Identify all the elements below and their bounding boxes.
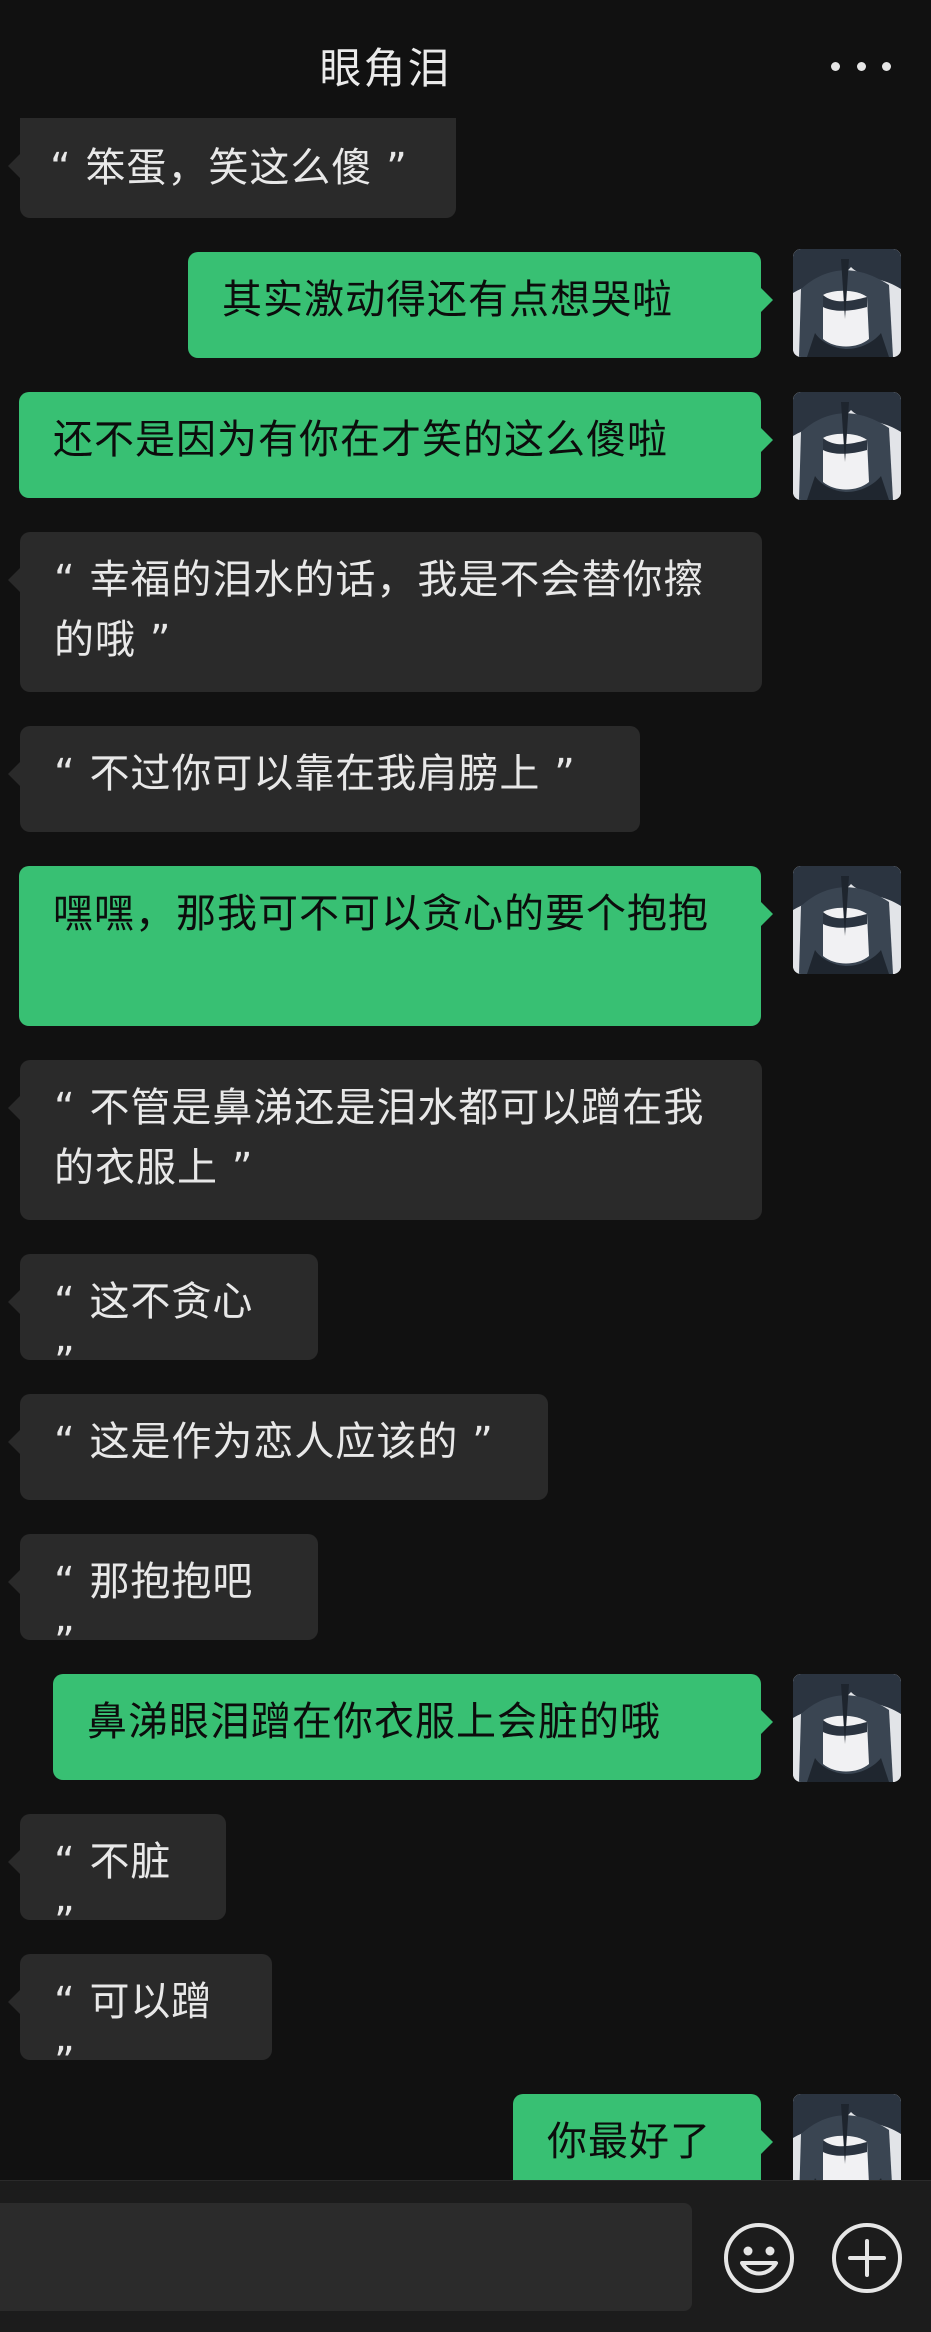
avatar[interactable] (793, 866, 901, 974)
message-input[interactable] (0, 2203, 692, 2311)
avatar-image (793, 249, 901, 357)
message-bubble-outgoing[interactable]: 还不是因为有你在才笑的这么傻啦 (19, 392, 773, 498)
message-bubble-incoming[interactable]: “ 这是作为恋人应该的 ” (8, 1394, 548, 1500)
avatar[interactable] (793, 392, 901, 500)
avatar-image (793, 392, 901, 500)
message-bubble-incoming[interactable]: “ 不管是鼻涕还是泪水都可以蹭在我的衣服上 ” (8, 1060, 762, 1220)
chat-title: 眼角泪 (319, 43, 452, 93)
avatar[interactable] (793, 249, 901, 357)
message-bubble-incoming[interactable]: “ 不脏 ” (8, 1814, 226, 1945)
chat-area: “ 笨蛋，笑这么傻 ” 其实激动得还有点想哭啦 还不是因为有你在才笑的这么傻啦 (0, 0, 931, 2180)
chat-header: 眼角泪 (0, 0, 931, 130)
message-bubble-outgoing[interactable]: 其实激动得还有点想哭啦 (188, 252, 773, 358)
message-bubble-incoming[interactable]: “ 这不贪心 ” (8, 1254, 318, 1385)
plus-circle-icon[interactable] (830, 2221, 904, 2295)
avatar[interactable] (793, 2094, 901, 2180)
avatar-image (793, 1674, 901, 1782)
input-bar (0, 2180, 931, 2332)
message-bubble-outgoing[interactable]: 你最好了 (513, 2094, 773, 2180)
more-dots-icon[interactable] (831, 46, 891, 86)
message-bubble-outgoing[interactable]: 鼻涕眼泪蹭在你衣服上会脏的哦 (53, 1674, 773, 1780)
message-bubble-incoming[interactable]: “ 幸福的泪水的话，我是不会替你擦的哦 ” (8, 532, 762, 692)
message-bubble-incoming[interactable]: “ 不过你可以靠在我肩膀上 ” (8, 726, 640, 832)
avatar[interactable] (793, 1674, 901, 1782)
message-bubble-incoming[interactable]: “ 笨蛋，笑这么傻 ” (8, 118, 456, 218)
emoji-smile-icon[interactable] (722, 2221, 796, 2295)
avatar-image (793, 866, 901, 974)
message-bubble-incoming[interactable]: “ 可以蹭 ” (8, 1954, 272, 2085)
avatar-image (793, 2094, 901, 2180)
message-bubble-incoming[interactable]: “ 那抱抱吧 ” (8, 1534, 318, 1665)
message-bubble-outgoing[interactable]: 嘿嘿，那我可不可以贪心的要个抱抱 (19, 866, 773, 1026)
